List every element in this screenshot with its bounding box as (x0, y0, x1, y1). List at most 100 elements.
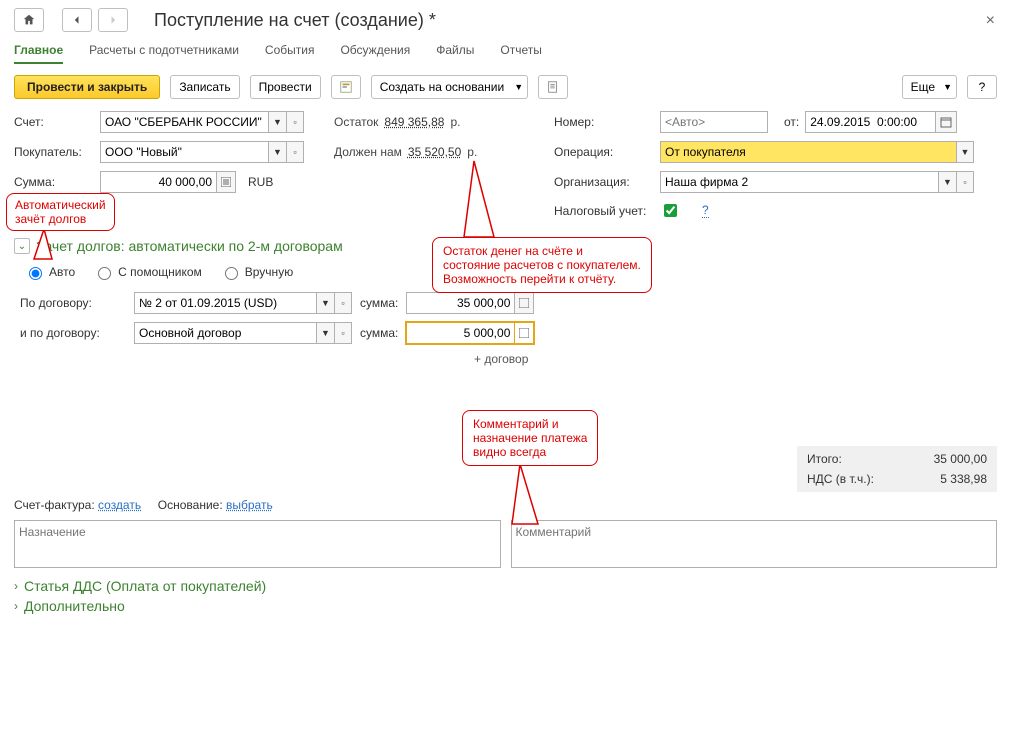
contract1-combo[interactable]: ▼ ▫ (134, 292, 352, 314)
dropdown-icon[interactable]: ▼ (316, 322, 334, 344)
chevron-right-icon: › (14, 599, 18, 613)
structure-button[interactable] (331, 75, 361, 99)
open-icon[interactable]: ▫ (334, 322, 352, 344)
arrow-left-icon (71, 14, 83, 26)
create-invoice-link[interactable]: создать (98, 498, 141, 512)
contract1-sum-input[interactable] (406, 292, 514, 314)
open-icon[interactable]: ▫ (956, 171, 974, 193)
contract1-sum-field[interactable] (406, 292, 534, 314)
dropdown-icon[interactable]: ▼ (956, 141, 974, 163)
collapse-icon[interactable]: ⌄ (14, 238, 30, 254)
dropdown-icon[interactable]: ▼ (316, 292, 334, 314)
help-link[interactable]: ? (702, 203, 709, 218)
date-field[interactable] (805, 111, 957, 133)
calculator-icon[interactable] (216, 171, 236, 193)
invoice-label: Счет-фактура: (14, 498, 95, 512)
vat-label: НДС (в т.ч.): (807, 472, 874, 486)
dds-section[interactable]: ›Статья ДДС (Оплата от покупателей) (14, 578, 997, 594)
more-button[interactable]: Еще ▼ (902, 75, 957, 99)
contract2-input[interactable] (134, 322, 316, 344)
account-label: Счет: (14, 115, 94, 129)
debt-value[interactable]: 35 520,50 (408, 145, 461, 159)
operation-label: Операция: (554, 145, 654, 159)
number-label: Номер: (554, 115, 654, 129)
tab-files[interactable]: Файлы (436, 38, 474, 64)
open-icon[interactable]: ▫ (286, 111, 304, 133)
radio-auto[interactable]: Авто (24, 264, 75, 280)
tab-discussions[interactable]: Обсуждения (340, 38, 410, 64)
buyer-combo[interactable]: ▼ ▫ (100, 141, 304, 163)
open-icon[interactable]: ▫ (334, 292, 352, 314)
arrow-right-icon (107, 14, 119, 26)
callout-auto-debt: Автоматический зачёт долгов (6, 193, 115, 231)
operation-input[interactable] (660, 141, 956, 163)
debt-section-title: Зачет долгов: автоматически по 2-м догов… (36, 238, 343, 254)
debt-label: Должен нам (334, 145, 402, 159)
select-basis-link[interactable]: выбрать (226, 498, 273, 512)
buyer-input[interactable] (100, 141, 268, 163)
balance-value[interactable]: 849 365,88 (384, 115, 444, 129)
callout-comment: Комментарий и назначение платежа видно в… (462, 410, 598, 466)
calculator-icon[interactable] (514, 322, 534, 344)
radio-manual[interactable]: Вручную (220, 264, 293, 280)
tax-label: Налоговый учет: (554, 204, 654, 218)
dropdown-icon[interactable]: ▼ (268, 141, 286, 163)
calendar-icon[interactable] (935, 111, 957, 133)
org-combo[interactable]: ▼ ▫ (660, 171, 974, 193)
total-label: Итого: (807, 452, 842, 466)
calculator-icon[interactable] (514, 292, 534, 314)
purpose-textarea[interactable] (14, 520, 501, 568)
close-icon[interactable]: × (986, 12, 995, 30)
vat-value: 5 338,98 (940, 472, 987, 486)
create-based-button[interactable]: Создать на основании ▼ (371, 75, 528, 99)
back-button[interactable] (62, 8, 92, 32)
sum-currency: RUB (248, 175, 273, 189)
account-input[interactable] (100, 111, 268, 133)
contract1-input[interactable] (134, 292, 316, 314)
forward-button[interactable] (98, 8, 128, 32)
number-input[interactable] (660, 111, 768, 133)
open-icon[interactable]: ▫ (286, 141, 304, 163)
additional-section[interactable]: ›Дополнительно (14, 598, 997, 614)
dropdown-icon[interactable]: ▼ (268, 111, 286, 133)
post-button[interactable]: Провести (250, 75, 321, 99)
callout-balance-info: Остаток денег на счёте и состояние расче… (432, 237, 652, 293)
create-based-label: Создать на основании (380, 80, 505, 94)
basis-label: Основание: (158, 498, 223, 512)
org-input[interactable] (660, 171, 938, 193)
contract1-label: По договору: (20, 296, 126, 310)
date-input[interactable] (805, 111, 935, 133)
tab-reports[interactable]: Отчеты (500, 38, 541, 64)
tabs: Главное Расчеты с подотчетниками События… (14, 38, 997, 65)
debt-currency: р. (467, 145, 477, 159)
home-button[interactable] (14, 8, 44, 32)
operation-combo[interactable]: ▼ (660, 141, 974, 163)
page-title: Поступление на счет (создание) * (154, 10, 436, 31)
save-button[interactable]: Записать (170, 75, 239, 99)
tax-checkbox[interactable] (664, 204, 677, 217)
add-contract-link[interactable]: + договор (474, 352, 528, 366)
contract2-sum-field[interactable] (406, 322, 534, 344)
sum-input[interactable] (100, 171, 216, 193)
radio-helper[interactable]: С помощником (93, 264, 202, 280)
contract2-sum-label: сумма: (360, 326, 398, 340)
tab-podotchet[interactable]: Расчеты с подотчетниками (89, 38, 239, 64)
tab-events[interactable]: События (265, 38, 315, 64)
post-and-close-button[interactable]: Провести и закрыть (14, 75, 160, 99)
help-button[interactable]: ? (967, 75, 997, 99)
dropdown-icon[interactable]: ▼ (938, 171, 956, 193)
toolbar: Провести и закрыть Записать Провести Соз… (14, 75, 997, 99)
account-combo[interactable]: ▼ ▫ (100, 111, 304, 133)
print-button[interactable] (538, 75, 568, 99)
comment-textarea[interactable] (511, 520, 998, 568)
sum-label: Сумма: (14, 175, 94, 189)
total-value: 35 000,00 (934, 452, 987, 466)
org-label: Организация: (554, 175, 654, 189)
chevron-right-icon: › (14, 579, 18, 593)
contract2-combo[interactable]: ▼ ▫ (134, 322, 352, 344)
contract2-sum-input[interactable] (406, 322, 514, 344)
tab-main[interactable]: Главное (14, 38, 63, 64)
sum-field[interactable] (100, 171, 236, 193)
date-label: от: (784, 115, 799, 129)
buyer-label: Покупатель: (14, 145, 94, 159)
